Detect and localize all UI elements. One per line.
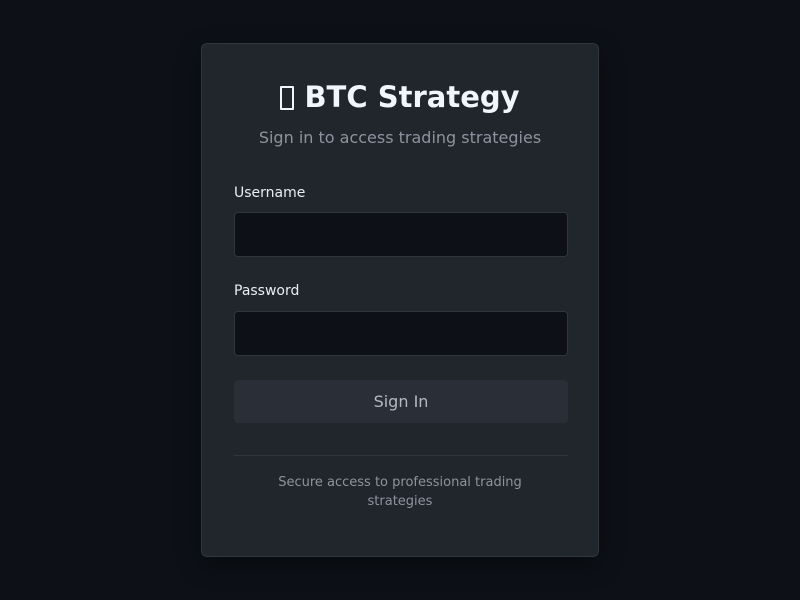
username-label: Username [234, 185, 306, 201]
footer-note: Secure access to professional trading st… [278, 475, 522, 509]
divider [234, 455, 568, 456]
sign-in-button[interactable]: Sign In [234, 380, 568, 423]
page-title: BTC Strategy [202, 78, 598, 116]
login-card: BTC Strategy Sign in to access trading s… [201, 43, 599, 557]
title-text: BTC Strategy [304, 80, 520, 114]
username-input[interactable] [234, 212, 568, 257]
subtitle: Sign in to access trading strategies [258, 128, 542, 147]
chart-icon [280, 86, 295, 110]
password-input[interactable] [234, 311, 568, 356]
password-label: Password [234, 283, 300, 299]
